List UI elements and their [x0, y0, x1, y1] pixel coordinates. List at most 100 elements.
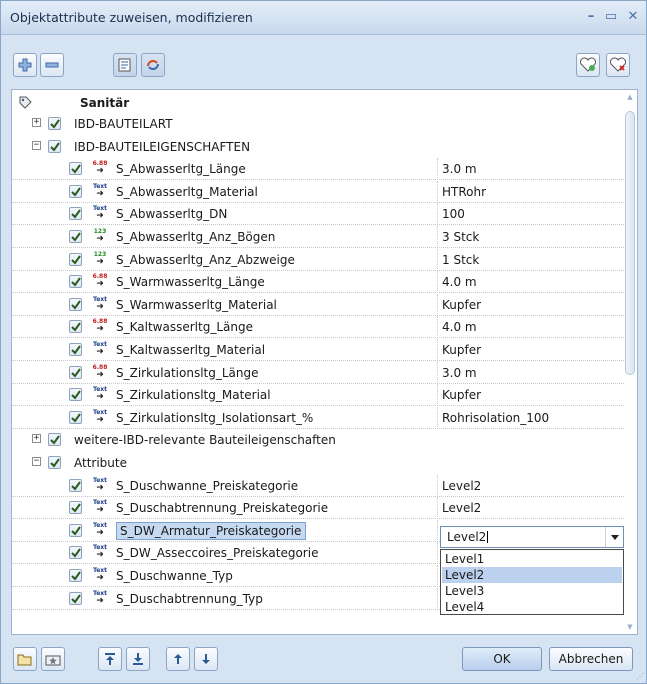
tree-attribute-row[interactable]: Text ➜ S_Zirkulationsltg_Isolationsart_% Ro… — [12, 407, 624, 429]
group-checkbox[interactable] — [48, 456, 61, 469]
tree-attribute-row[interactable]: Text ➜ S_Kaltwasserltg_Material Kupfer — [12, 339, 624, 361]
attribute-value[interactable]: 4.0 m — [442, 275, 477, 289]
attribute-list-button[interactable] — [113, 53, 137, 77]
ok-button[interactable]: OK — [462, 647, 542, 671]
attribute-checkbox[interactable] — [69, 185, 82, 198]
combo-dropdown-button[interactable] — [605, 527, 623, 547]
attribute-value[interactable]: Kupfer — [442, 298, 481, 312]
tree-attribute-row[interactable]: Text ➜ S_Zirkulationsltg_Material Kupfer — [12, 384, 624, 406]
tree-group-row[interactable]: − Attribute — [12, 452, 624, 474]
attribute-value[interactable]: Rohrisolation_100 — [442, 411, 549, 425]
tree-attribute-row[interactable]: Text ➜ S_Abwasserltg_DN 100 — [12, 203, 624, 225]
attribute-checkbox[interactable] — [69, 298, 82, 311]
scroll-up-icon[interactable]: ▲ — [625, 93, 635, 101]
attribute-checkbox[interactable] — [69, 366, 82, 379]
tree-attribute-row[interactable]: 6.88 ➜ S_Abwasserltg_Länge 3.0 m — [12, 158, 624, 180]
tree-attribute-row[interactable]: 123 ➜ S_Abwasserltg_Anz_Abzweige 1 Stck — [12, 249, 624, 271]
minimize-button[interactable]: – — [583, 9, 599, 25]
add-button[interactable] — [13, 53, 37, 77]
attribute-name[interactable]: S_Zirkulationsltg_Isolationsart_% — [116, 411, 313, 425]
remove-button[interactable] — [40, 53, 64, 77]
attribute-name[interactable]: S_Abwasserltg_Anz_Abzweige — [116, 253, 295, 267]
tree-attribute-row[interactable]: Text ➜ S_Warmwasserltg_Material Kupfer — [12, 294, 624, 316]
vertical-scrollbar[interactable]: ▲ ▼ — [624, 91, 636, 633]
move-up-button[interactable] — [166, 647, 190, 671]
attribute-value[interactable]: Kupfer — [442, 388, 481, 402]
option-level4[interactable]: Level4 — [442, 599, 622, 615]
attribute-name[interactable]: S_Duschabtrennung_Preiskategorie — [116, 501, 328, 515]
attribute-name[interactable]: S_Kaltwasserltg_Länge — [116, 320, 253, 334]
attribute-name[interactable]: S_DW_Armatur_Preiskategorie — [116, 522, 307, 540]
attribute-checkbox[interactable] — [69, 524, 82, 537]
collapse-icon[interactable]: − — [32, 141, 41, 150]
attribute-tree[interactable]: Sanitär + IBD-BAUTEILART − IBD-BAUTEILEIGEN… — [11, 89, 638, 635]
attribute-checkbox[interactable] — [69, 388, 82, 401]
expand-icon[interactable]: + — [32, 118, 41, 127]
attribute-name[interactable]: S_Abwasserltg_DN — [116, 207, 227, 221]
attribute-value[interactable]: 1 Stck — [442, 253, 479, 267]
move-bottom-button[interactable] — [126, 647, 150, 671]
attribute-value[interactable]: 3 Stck — [442, 230, 479, 244]
attribute-name[interactable]: S_Abwasserltg_Länge — [116, 162, 246, 176]
group-checkbox[interactable] — [48, 140, 61, 153]
attribute-checkbox[interactable] — [69, 592, 82, 605]
attribute-checkbox[interactable] — [69, 207, 82, 220]
attribute-checkbox[interactable] — [69, 501, 82, 514]
attribute-name[interactable]: S_Warmwasserltg_Material — [116, 298, 277, 312]
attribute-checkbox[interactable] — [69, 569, 82, 582]
close-button[interactable]: ✕ — [625, 9, 641, 25]
option-level1[interactable]: Level1 — [442, 551, 622, 567]
attribute-name[interactable]: S_Abwasserltg_Material — [116, 185, 258, 199]
tree-attribute-row[interactable]: Text ➜ S_Duschwanne_Preiskategorie Level2 — [12, 475, 624, 497]
tree-attribute-row[interactable]: 6.88 ➜ S_Kaltwasserltg_Länge 4.0 m — [12, 316, 624, 338]
favorite-folder-button[interactable] — [41, 647, 65, 671]
attribute-checkbox[interactable] — [69, 343, 82, 356]
resize-grip-icon[interactable]: ⋰ — [636, 672, 644, 681]
option-level3[interactable]: Level3 — [442, 583, 622, 599]
attribute-checkbox[interactable] — [69, 320, 82, 333]
attribute-value[interactable]: Level2 — [442, 479, 481, 493]
attribute-value[interactable]: HTRohr — [442, 185, 486, 199]
attribute-value[interactable]: Kupfer — [442, 343, 481, 357]
attribute-value[interactable]: 3.0 m — [442, 366, 477, 380]
tree-group-row[interactable]: + weitere-IBD-relevante Bauteileigenschaf… — [12, 429, 624, 451]
tree-group-row[interactable]: − IBD-BAUTEILEIGENSCHAFTEN — [12, 136, 624, 158]
attribute-checkbox[interactable] — [69, 546, 82, 559]
value-combobox[interactable]: Level2 — [440, 526, 624, 548]
attribute-name[interactable]: S_Abwasserltg_Anz_Bögen — [116, 230, 275, 244]
attribute-checkbox[interactable] — [69, 253, 82, 266]
attribute-value[interactable]: 3.0 m — [442, 162, 477, 176]
move-down-button[interactable] — [194, 647, 218, 671]
expand-icon[interactable]: + — [32, 434, 41, 443]
attribute-value[interactable]: 100 — [442, 207, 465, 221]
attribute-name[interactable]: S_Zirkulationsltg_Länge — [116, 366, 259, 380]
attribute-checkbox[interactable] — [69, 275, 82, 288]
tree-attribute-row[interactable]: Text ➜ S_Abwasserltg_Material HTRohr — [12, 181, 624, 203]
group-checkbox[interactable] — [48, 433, 61, 446]
refresh-button[interactable] — [141, 53, 165, 77]
tree-attribute-row[interactable]: 123 ➜ S_Abwasserltg_Anz_Bögen 3 Stck — [12, 226, 624, 248]
scrollbar-thumb[interactable] — [625, 111, 635, 375]
delete-favorite-button[interactable] — [606, 53, 630, 77]
attribute-name[interactable]: S_Duschwanne_Typ — [116, 569, 233, 583]
move-top-button[interactable] — [98, 647, 122, 671]
attribute-name[interactable]: S_Duschabtrennung_Typ — [116, 592, 263, 606]
attribute-checkbox[interactable] — [69, 230, 82, 243]
group-checkbox[interactable] — [48, 117, 61, 130]
open-folder-button[interactable] — [13, 647, 37, 671]
collapse-icon[interactable]: − — [32, 457, 41, 466]
scroll-down-icon[interactable]: ▼ — [625, 623, 635, 631]
cancel-button[interactable]: Abbrechen — [549, 647, 633, 671]
attribute-checkbox[interactable] — [69, 479, 82, 492]
attribute-checkbox[interactable] — [69, 162, 82, 175]
attribute-value[interactable]: 4.0 m — [442, 320, 477, 334]
attribute-name[interactable]: S_Zirkulationsltg_Material — [116, 388, 271, 402]
option-level2[interactable]: Level2 — [442, 567, 622, 583]
tree-attribute-row[interactable]: Text ➜ S_Duschabtrennung_Preiskategorie Lev… — [12, 497, 624, 519]
attribute-name[interactable]: S_Kaltwasserltg_Material — [116, 343, 265, 357]
attribute-name[interactable]: S_DW_Asseccoires_Preiskategorie — [116, 546, 318, 560]
attribute-name[interactable]: S_Duschwanne_Preiskategorie — [116, 479, 298, 493]
maximize-button[interactable]: ▭ — [603, 9, 619, 25]
tree-attribute-row[interactable]: 6.88 ➜ S_Zirkulationsltg_Länge 3.0 m — [12, 362, 624, 384]
tree-attribute-row[interactable]: 6.88 ➜ S_Warmwasserltg_Länge 4.0 m — [12, 271, 624, 293]
